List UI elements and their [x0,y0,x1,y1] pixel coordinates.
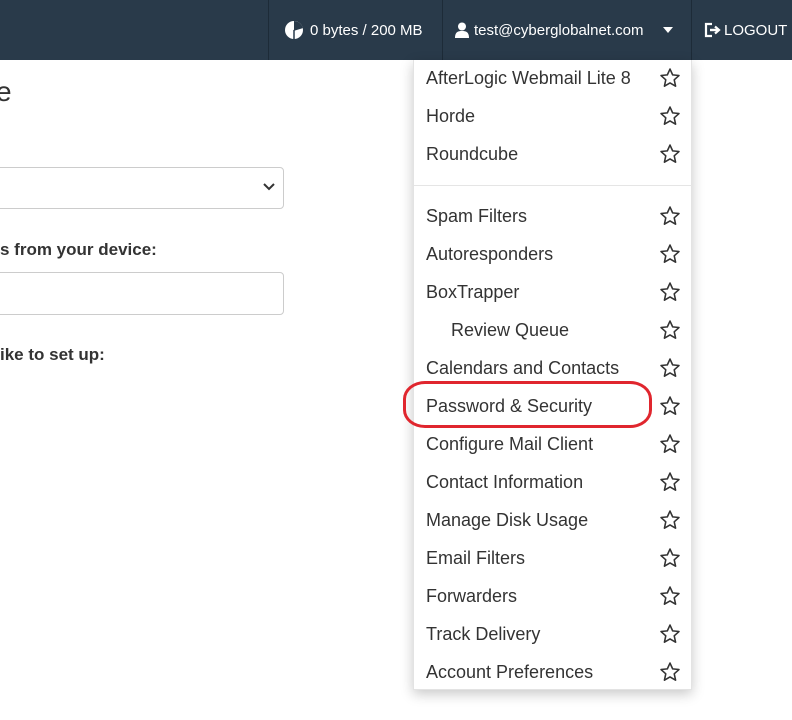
star-outline-icon[interactable] [659,205,681,227]
topbar-divider [442,0,443,60]
disk-usage-text: 0 bytes / 200 MB [310,21,423,39]
disk-usage-indicator: 0 bytes / 200 MB [284,0,423,60]
device-label: s from your device: [0,240,157,259]
menu-item-configure-mail-client[interactable]: Configure Mail Client [414,425,693,463]
pie-chart-icon [285,21,303,39]
menu-item-label: Email Filters [426,547,526,568]
menu-item-label: Contact Information [426,471,584,492]
star-outline-icon[interactable] [659,281,681,303]
star-outline-icon[interactable] [659,395,681,417]
user-dropdown-menu: AfterLogic Webmail Lite 8 Horde Roundcube S… [413,59,693,691]
menu-item-horde[interactable]: Horde [414,97,693,135]
menu-item-label: Autoresponders [426,243,554,264]
menu-item-manage-disk-usage[interactable]: Manage Disk Usage [414,501,693,539]
menu-item-track-delivery[interactable]: Track Delivery [414,615,693,653]
menu-item-review-queue[interactable]: Review Queue [414,311,693,349]
menu-item-spam-filters[interactable]: Spam Filters [414,197,693,235]
star-outline-icon[interactable] [659,67,681,89]
star-outline-icon[interactable] [659,623,681,645]
menu-item-roundcube[interactable]: Roundcube [414,135,693,173]
star-outline-icon[interactable] [659,547,681,569]
star-outline-icon[interactable] [659,105,681,127]
star-outline-icon[interactable] [659,661,681,683]
menu-item-label: Configure Mail Client [426,433,594,454]
menu-item-label: AfterLogic Webmail Lite 8 [426,67,631,88]
star-outline-icon[interactable] [659,509,681,531]
menu-item-label: Spam Filters [426,205,528,226]
menu-item-contact-information[interactable]: Contact Information [414,463,693,501]
user-icon [455,22,469,38]
setup-label: ike to set up: [0,345,105,364]
star-outline-icon[interactable] [659,143,681,165]
menu-item-label: Horde [426,105,476,126]
menu-divider [414,185,693,186]
topbar-divider [691,0,692,60]
menu-item-email-filters[interactable]: Email Filters [414,539,693,577]
menu-item-label: Review Queue [451,319,570,340]
device-input[interactable] [0,272,284,315]
user-email: test@cyberglobalnet.com [474,21,644,39]
star-outline-icon[interactable] [659,243,681,265]
star-outline-icon[interactable] [659,319,681,341]
page-title: e [0,76,12,107]
logout-button[interactable]: LOGOUT [704,0,787,60]
menu-item-label: Password & Security [426,395,593,416]
menu-item-label: Roundcube [426,143,519,164]
menu-item-label: BoxTrapper [426,281,520,302]
menu-item-calendars-and-contacts[interactable]: Calendars and Contacts [414,349,693,387]
logout-icon [704,22,721,38]
menu-item-boxtrapper[interactable]: BoxTrapper [414,273,693,311]
menu-item-autoresponders[interactable]: Autoresponders [414,235,693,273]
menu-item-label: Track Delivery [426,623,541,644]
menu-item-password-and-security[interactable]: Password & Security [414,387,693,425]
caret-down-icon [663,27,674,33]
topbar-divider [268,0,269,60]
menu-item-label: Calendars and Contacts [426,357,620,378]
menu-item-label: Manage Disk Usage [426,509,589,530]
logout-label: LOGOUT [724,21,788,39]
menu-item-forwarders[interactable]: Forwarders [414,577,693,615]
menu-item-label: Forwarders [426,585,518,606]
star-outline-icon[interactable] [659,585,681,607]
menu-item-afterlogic-webmail-lite-8[interactable]: AfterLogic Webmail Lite 8 [414,59,693,97]
star-outline-icon[interactable] [659,471,681,493]
top-bar: 0 bytes / 200 MB test@cyberglobalnet.com… [0,0,792,60]
user-menu-toggle[interactable]: test@cyberglobalnet.com [455,0,674,60]
email-account-select[interactable] [0,167,284,209]
chevron-down-icon [263,183,275,191]
menu-item-account-preferences[interactable]: Account Preferences [414,653,693,691]
menu-item-label: Account Preferences [426,661,594,682]
star-outline-icon[interactable] [659,433,681,455]
star-outline-icon[interactable] [659,357,681,379]
